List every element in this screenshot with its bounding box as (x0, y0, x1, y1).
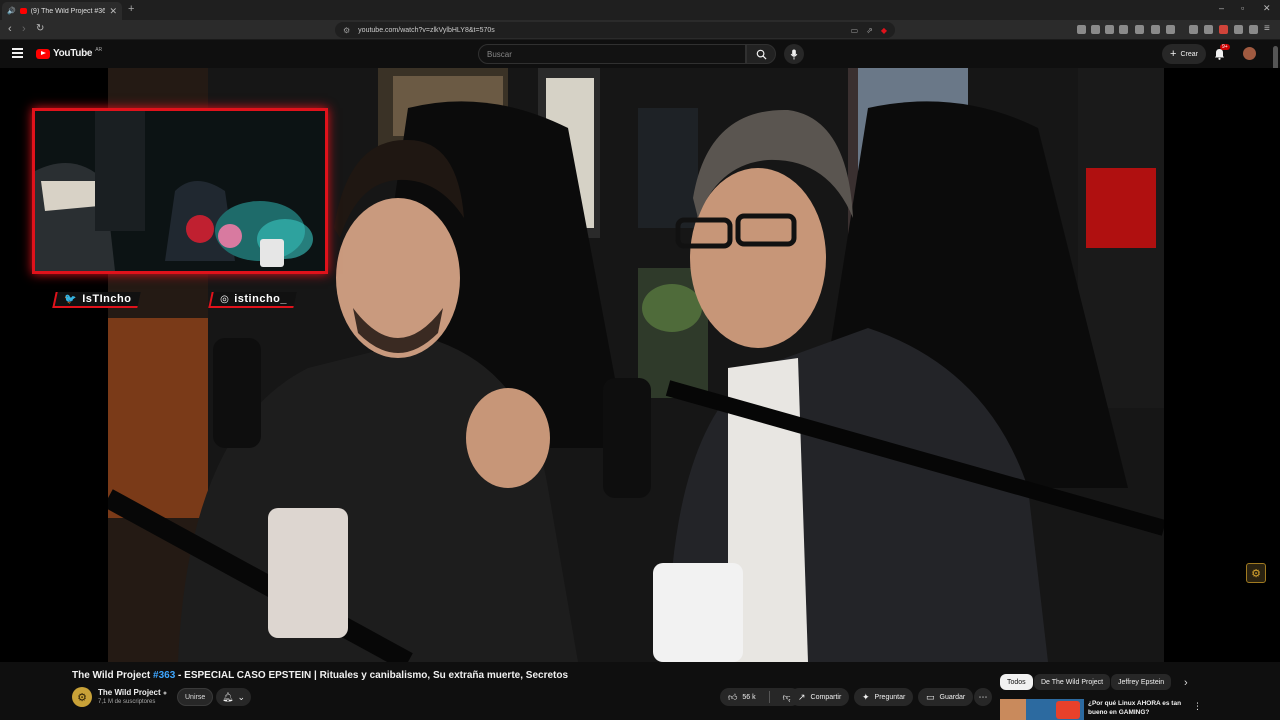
tab-title: (9) The Wild Project #363 - E (30, 7, 106, 15)
extension-icon[interactable] (1119, 25, 1128, 34)
video-player[interactable]: 🐦 IsTIncho ◎ istincho_ (0, 68, 1280, 662)
search-button[interactable] (746, 44, 776, 64)
channel-watermark-icon[interactable]: ⚙ (1246, 563, 1266, 583)
bell-icon: 🔔︎ (222, 691, 234, 702)
notifications-button[interactable]: 9+ (1214, 44, 1230, 65)
webcam-image (35, 111, 325, 271)
speaker-icon[interactable]: 🔊 (7, 7, 16, 15)
more-vertical-icon[interactable]: ⋮ (1193, 701, 1202, 712)
address-bar[interactable]: ⚙ youtube.com/watch?v=zlkVylbHLY8&t=570s… (335, 22, 895, 38)
extension-icon[interactable] (1091, 25, 1100, 34)
instagram-handle: istincho_ (234, 293, 288, 305)
restore-icon[interactable]: ▫ (1241, 3, 1244, 13)
back-icon[interactable]: ‹ (8, 23, 12, 35)
chevron-right-icon[interactable]: › (1184, 677, 1188, 689)
voice-search-button[interactable] (784, 44, 804, 64)
browser-menu-icon[interactable]: ≡ (1264, 23, 1270, 34)
instagram-handle-tag: ◎ istincho_ (208, 292, 297, 308)
guide-menu-icon[interactable] (12, 48, 23, 60)
youtube-play-icon (36, 48, 50, 59)
extension-icon[interactable] (1166, 25, 1175, 34)
thumbs-up-icon: 👍︎ (728, 691, 738, 702)
video-hashtag[interactable]: #363 (153, 670, 175, 681)
video-title: The Wild Project #363 - ESPECIAL CASO EP… (72, 670, 568, 681)
twitter-handle: IsTIncho (82, 293, 132, 305)
new-tab-button[interactable]: + (128, 3, 134, 15)
shield-icon[interactable] (1249, 25, 1258, 34)
share-button[interactable]: ↗ Compartir (790, 688, 850, 706)
cast-icon[interactable]: ▭ (851, 26, 859, 35)
brave-shield-icon[interactable]: ◆ (881, 26, 887, 35)
media-icon[interactable] (1189, 25, 1198, 34)
minimize-icon[interactable]: – (1219, 3, 1224, 13)
save-button[interactable]: ▭ Guardar (918, 688, 974, 706)
like-count: 56 k (742, 693, 756, 701)
extensions-puzzle-icon[interactable] (1151, 25, 1160, 34)
wallet-icon[interactable] (1234, 25, 1243, 34)
verified-badge-icon: ● (162, 690, 168, 697)
share-label: Compartir (810, 693, 842, 701)
youtube-favicon-icon (19, 8, 27, 14)
channel-name[interactable]: The Wild Project (98, 688, 161, 697)
browser-tab-active[interactable]: 🔊 (9) The Wild Project #363 - E ✕ (2, 2, 122, 20)
video-title-rest: - ESPECIAL CASO EPSTEIN | Rituales y can… (175, 670, 569, 681)
chevron-down-icon: ⌄ (237, 691, 245, 702)
search-icon (756, 49, 767, 60)
sparkle-icon: ✦ (862, 691, 870, 702)
subscription-bell-button[interactable]: 🔔︎ ⌄ (216, 688, 251, 706)
recommendation-thumbnail[interactable] (1000, 699, 1084, 720)
search-placeholder: Buscar (487, 49, 512, 59)
account-avatar[interactable] (1243, 47, 1256, 60)
more-actions-button[interactable]: ⋯ (974, 688, 992, 706)
youtube-wordmark: YouTube (53, 48, 93, 59)
subscriber-count: 7,1 M de suscriptores (98, 699, 156, 705)
ask-label: Preguntar (874, 693, 906, 701)
instagram-icon: ◎ (220, 293, 230, 305)
share-page-icon[interactable]: ⇗ (866, 26, 873, 35)
webcam-overlay (32, 108, 328, 274)
recommendation-title[interactable]: ¿Por qué Linux AHORA es tan bueno en GAM… (1088, 699, 1184, 717)
twitter-icon: 🐦 (64, 293, 78, 305)
browser-toolbar: ‹ › ↻ ⎘ ⚙ youtube.com/watch?v=zlkVylbHLY… (0, 20, 1280, 40)
more-horizontal-icon: ⋯ (978, 691, 988, 702)
like-divider (768, 691, 770, 703)
create-button[interactable]: + Crear (1162, 44, 1206, 64)
channel-name-row[interactable]: The Wild Project ● (98, 688, 167, 697)
create-label: Crear (1180, 50, 1198, 58)
browser-tabstrip: 🔊 (9) The Wild Project #363 - E ✕ + – ▫ … (0, 0, 1280, 20)
youtube-logo[interactable]: YouTube AR (36, 46, 103, 59)
twitter-handle-tag: 🐦 IsTIncho (52, 292, 141, 308)
save-label: Guardar (939, 693, 966, 701)
url-text: youtube.com/watch?v=zlkVylbHLY8&t=570s (358, 26, 495, 34)
microphone-icon (790, 48, 798, 60)
extension-icon[interactable] (1135, 25, 1144, 34)
extension-icon[interactable] (1105, 25, 1114, 34)
region-code: AR (95, 46, 103, 53)
close-tab-icon[interactable]: ✕ (109, 6, 117, 17)
video-title-prefix: The Wild Project (72, 670, 154, 681)
chip-all[interactable]: Todos (1000, 674, 1033, 690)
notification-count-badge: 9+ (1220, 44, 1230, 50)
profile-icon[interactable] (1219, 25, 1228, 34)
like-button[interactable]: 👍︎ 56 k (720, 688, 764, 706)
chip-from-channel[interactable]: De The Wild Project (1034, 674, 1111, 690)
extension-icon[interactable] (1077, 25, 1086, 34)
close-window-icon[interactable]: ✕ (1263, 3, 1271, 14)
search-input[interactable]: Buscar (478, 44, 746, 64)
like-dislike-bar: 👍︎ 56 k 👎︎ (720, 688, 800, 706)
ask-button[interactable]: ✦ Preguntar (854, 688, 914, 706)
reload-icon[interactable]: ↻ (36, 23, 44, 34)
youtube-masthead: YouTube AR Buscar + Crear 9+ (0, 40, 1280, 68)
plus-icon: + (1170, 48, 1177, 60)
join-button[interactable]: Unirse (177, 688, 214, 706)
forward-icon[interactable]: › (22, 23, 26, 35)
bookmark-icon: ▭ (926, 691, 935, 702)
share-icon: ↗ (798, 691, 806, 702)
site-info-icon[interactable]: ⚙ (343, 26, 350, 35)
sidebar-icon[interactable] (1204, 25, 1213, 34)
channel-avatar[interactable]: ⚙ (72, 687, 92, 707)
chip-topic[interactable]: Jeffrey Epstein (1111, 674, 1172, 690)
